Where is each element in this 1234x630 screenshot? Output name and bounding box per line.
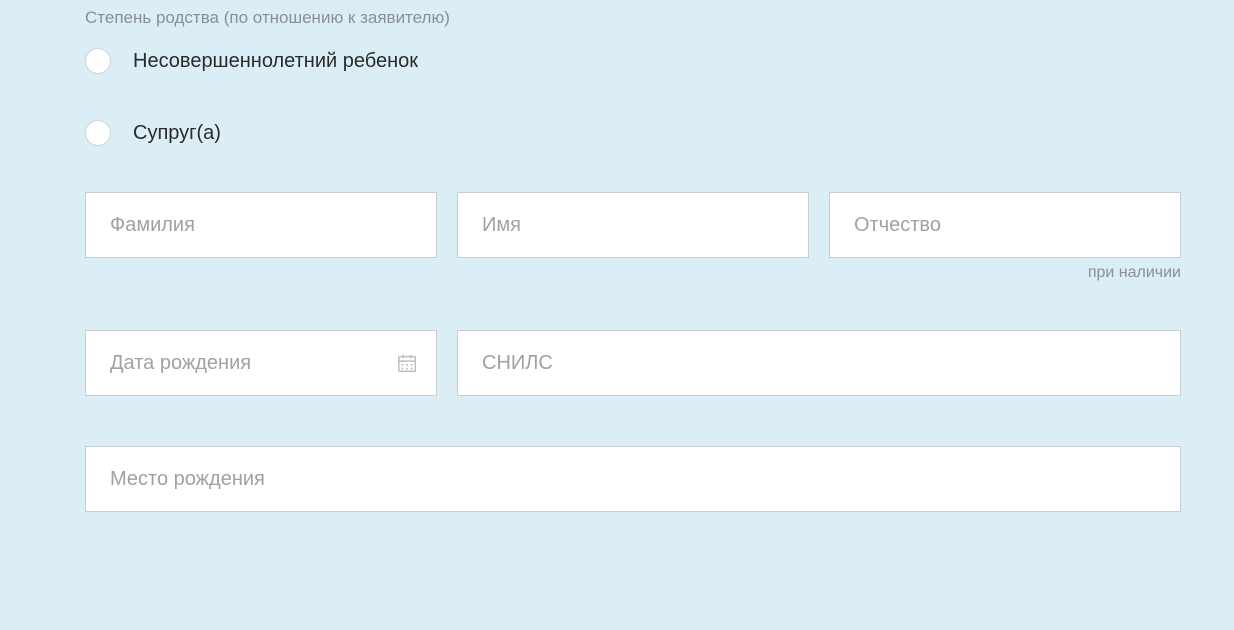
radio-label-spouse: Супруг(а) xyxy=(133,122,221,145)
snils-input[interactable] xyxy=(482,331,1156,395)
lastname-block xyxy=(85,192,437,282)
dob-row xyxy=(85,330,1186,396)
calendar-icon[interactable] xyxy=(396,352,418,374)
dob-input[interactable] xyxy=(110,331,418,395)
lastname-input[interactable] xyxy=(110,193,412,257)
radio-circle-icon xyxy=(85,120,111,146)
patronymic-input-wrap xyxy=(829,192,1181,258)
patronymic-block: при наличии xyxy=(829,192,1181,282)
pob-input[interactable] xyxy=(110,447,1156,511)
kinship-group-label: Степень родства (по отношению к заявител… xyxy=(85,8,1186,28)
pob-row xyxy=(85,446,1186,512)
firstname-block xyxy=(457,192,809,282)
radio-circle-icon xyxy=(85,48,111,74)
patronymic-input[interactable] xyxy=(854,193,1156,257)
radio-option-minor-child[interactable]: Несовершеннолетний ребенок xyxy=(85,48,1186,74)
snils-input-wrap xyxy=(457,330,1181,396)
snils-block xyxy=(457,330,1181,396)
kinship-form: Степень родства (по отношению к заявител… xyxy=(0,8,1234,512)
dob-block xyxy=(85,330,437,396)
firstname-input-wrap xyxy=(457,192,809,258)
pob-input-wrap xyxy=(85,446,1181,512)
radio-label-minor-child: Несовершеннолетний ребенок xyxy=(133,50,418,73)
pob-block xyxy=(85,446,1181,512)
name-row: при наличии xyxy=(85,192,1186,282)
firstname-input[interactable] xyxy=(482,193,784,257)
dob-input-wrap xyxy=(85,330,437,396)
radio-option-spouse[interactable]: Супруг(а) xyxy=(85,120,1186,146)
lastname-input-wrap xyxy=(85,192,437,258)
patronymic-hint: при наличии xyxy=(829,264,1181,282)
